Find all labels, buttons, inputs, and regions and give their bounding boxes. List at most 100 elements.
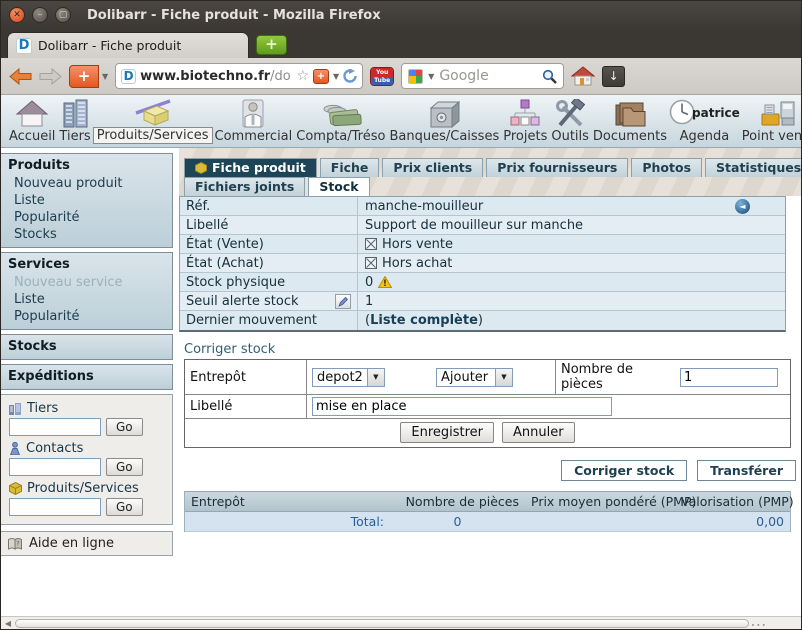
correct-stock-form: Entrepôt depot2 ▼ Ajouter ▼	[184, 359, 791, 448]
search-bar[interactable]: ▼ Google	[401, 63, 564, 89]
topmenu-agenda[interactable]: patrice Agenda	[669, 97, 740, 144]
menu-item-liste-produits[interactable]: Liste	[1, 192, 172, 209]
movement-type-select[interactable]: Ajouter ▼	[436, 368, 513, 387]
warning-icon: !	[378, 276, 392, 288]
window-maximize-button[interactable]: ▢	[55, 7, 71, 23]
product-label-value: Support de mouilleur sur manche	[365, 218, 583, 233]
search-magnifier-icon[interactable]	[542, 69, 557, 84]
total-qty: 0	[390, 512, 525, 531]
contacts-search-input[interactable]	[9, 458, 101, 476]
tiers-search-label: Tiers	[27, 401, 58, 416]
cancel-button[interactable]: Annuler	[502, 422, 575, 443]
liste-complete-link[interactable]: Liste complète	[370, 313, 478, 328]
back-button-icon[interactable]	[9, 68, 32, 85]
new-tab-button[interactable]: +	[256, 35, 287, 55]
topmenu-banques[interactable]: Banques/Caisses	[387, 97, 501, 144]
home-icon[interactable]	[571, 66, 595, 86]
topmenu-tiers[interactable]: Produits/Services Tiers	[57, 97, 92, 144]
youtube-icon[interactable]: You Tube	[370, 67, 394, 86]
menu-header-services[interactable]: Services	[1, 255, 172, 274]
topmenu-accueil[interactable]: Accueil	[7, 97, 57, 144]
warehouse-select[interactable]: depot2 ▼	[312, 368, 385, 387]
help-online[interactable]: ? Aide en ligne	[1, 531, 173, 556]
tab-fiche-produit[interactable]: Fiche produit	[184, 158, 317, 177]
tiers-search-input[interactable]	[9, 418, 101, 436]
row-etat-achat: État (Achat) Hors achat	[180, 254, 785, 273]
header-nombre-pieces: Nombre de pièces	[390, 492, 525, 511]
bookmark-star-icon[interactable]: ☆	[296, 68, 309, 84]
window-minimize-button[interactable]: –	[32, 7, 48, 23]
window-titlebar: ✕ – ▢ Dolibarr - Fiche produit - Mozilla…	[1, 1, 801, 29]
save-button[interactable]: Enregistrer	[400, 422, 494, 443]
products-go-button[interactable]: Go	[106, 498, 143, 516]
tab-prix-fournisseurs[interactable]: Prix fournisseurs	[486, 158, 628, 177]
seuil-value: 1	[365, 294, 373, 309]
menu-item-nouveau-produit[interactable]: Nouveau produit	[1, 175, 172, 192]
scroll-left-arrow-icon[interactable]: ◀	[1, 619, 15, 628]
tools-icon	[555, 97, 585, 128]
menu-item-popularite-services[interactable]: Popularité	[1, 308, 172, 325]
menu-header-stocks[interactable]: Stocks	[1, 337, 172, 356]
browser-navbar: + ▼ D www.biotechno.fr/dolibarr/htdocs/p…	[1, 58, 801, 95]
row-etat-vente: État (Vente) Hors vente	[180, 235, 785, 254]
stock-physique-value: 0	[365, 275, 373, 290]
window-close-button[interactable]: ✕	[9, 7, 25, 23]
edit-pencil-icon[interactable]	[335, 294, 351, 309]
etat-achat-value: Hors achat	[382, 256, 452, 271]
reload-icon[interactable]	[343, 69, 357, 83]
checkbox-x-icon	[365, 238, 377, 250]
topmenu-produits-services[interactable]: Produits/Services	[93, 95, 213, 144]
tiers-go-button[interactable]: Go	[106, 418, 143, 436]
url-text[interactable]: www.biotechno.fr/dolibarr/htdocs/produc	[140, 69, 292, 84]
buildings-icon	[61, 97, 89, 128]
tab-fichiers-joints[interactable]: Fichiers joints	[184, 177, 305, 196]
menu-item-liste-services[interactable]: Liste	[1, 291, 172, 308]
corriger-stock-button[interactable]: Corriger stock	[561, 460, 687, 481]
downloads-icon[interactable]: ↓	[602, 66, 625, 87]
menu-header-produits[interactable]: Produits	[1, 156, 172, 175]
tab-photos[interactable]: Photos	[631, 158, 702, 177]
tab-statistiques[interactable]: Statistiques	[705, 158, 801, 177]
help-online-label: Aide en ligne	[29, 536, 114, 551]
urlbar-favicon-icon: D	[121, 69, 136, 84]
transferer-button[interactable]: Transférer	[697, 460, 796, 481]
menu-item-popularite-produits[interactable]: Popularité	[1, 209, 172, 226]
topmenu-documents[interactable]: Documents	[591, 97, 669, 144]
url-bar[interactable]: D www.biotechno.fr/dolibarr/htdocs/produ…	[115, 63, 363, 89]
contacts-go-button[interactable]: Go	[106, 458, 143, 476]
logged-user: patrice	[692, 106, 740, 120]
topmenu-compta[interactable]: Compta/Tréso	[294, 97, 387, 144]
menu-header-expeditions[interactable]: Expéditions	[1, 367, 172, 386]
url-path: /dolibarr/htdocs/produc	[270, 69, 292, 84]
firefox-window: ✕ – ▢ Dolibarr - Fiche produit - Mozilla…	[0, 0, 802, 630]
movement-libelle-input[interactable]	[312, 397, 612, 416]
browser-tab[interactable]: D Dolibarr - Fiche produit	[7, 32, 249, 58]
search-engine-dropdown-icon[interactable]: ▼	[428, 72, 434, 81]
topmenu-outils[interactable]: Outils	[549, 97, 591, 144]
urlbar-plus-icon[interactable]: +	[313, 69, 329, 84]
tab-prix-clients[interactable]: Prix clients	[382, 158, 483, 177]
scrollbar-thumb[interactable]	[15, 619, 749, 628]
movement-label: Libellé	[185, 395, 307, 418]
new-entry-dropdown-icon[interactable]: ▼	[102, 72, 108, 81]
forward-button-icon[interactable]	[39, 68, 62, 85]
dolibarr-favicon-icon: D	[16, 38, 32, 54]
svg-text:!: !	[383, 279, 387, 288]
topmenu-projets[interactable]: Projets	[501, 97, 549, 144]
tab-fiche[interactable]: Fiche	[320, 158, 380, 177]
stock-table-header: Entrepôt Nombre de pièces Prix moyen pon…	[185, 491, 790, 512]
tab-strip: Fiche produit Fiche Prix clients Prix fo…	[179, 148, 801, 196]
row-dernier-mouvement: Dernier mouvement ( Liste complète )	[180, 311, 785, 330]
menu-item-stocks[interactable]: Stocks	[1, 226, 172, 243]
qty-input[interactable]	[680, 368, 778, 387]
urlbar-dropdown-icon[interactable]: ▼	[333, 72, 339, 81]
warehouse-stock-table: Entrepôt Nombre de pièces Prix moyen pon…	[184, 491, 791, 532]
tab-stock[interactable]: Stock	[308, 177, 369, 196]
new-entry-button[interactable]: +	[69, 65, 99, 88]
products-search-label: Produits/Services	[27, 481, 139, 496]
topmenu-commercial[interactable]: Commercial	[213, 97, 295, 144]
previous-record-icon[interactable]: ◄	[735, 199, 750, 214]
browser-tabbar: D Dolibarr - Fiche produit +	[1, 29, 801, 58]
products-search-input[interactable]	[9, 498, 101, 516]
topmenu-point-vente[interactable]: Point vente	[740, 97, 802, 144]
